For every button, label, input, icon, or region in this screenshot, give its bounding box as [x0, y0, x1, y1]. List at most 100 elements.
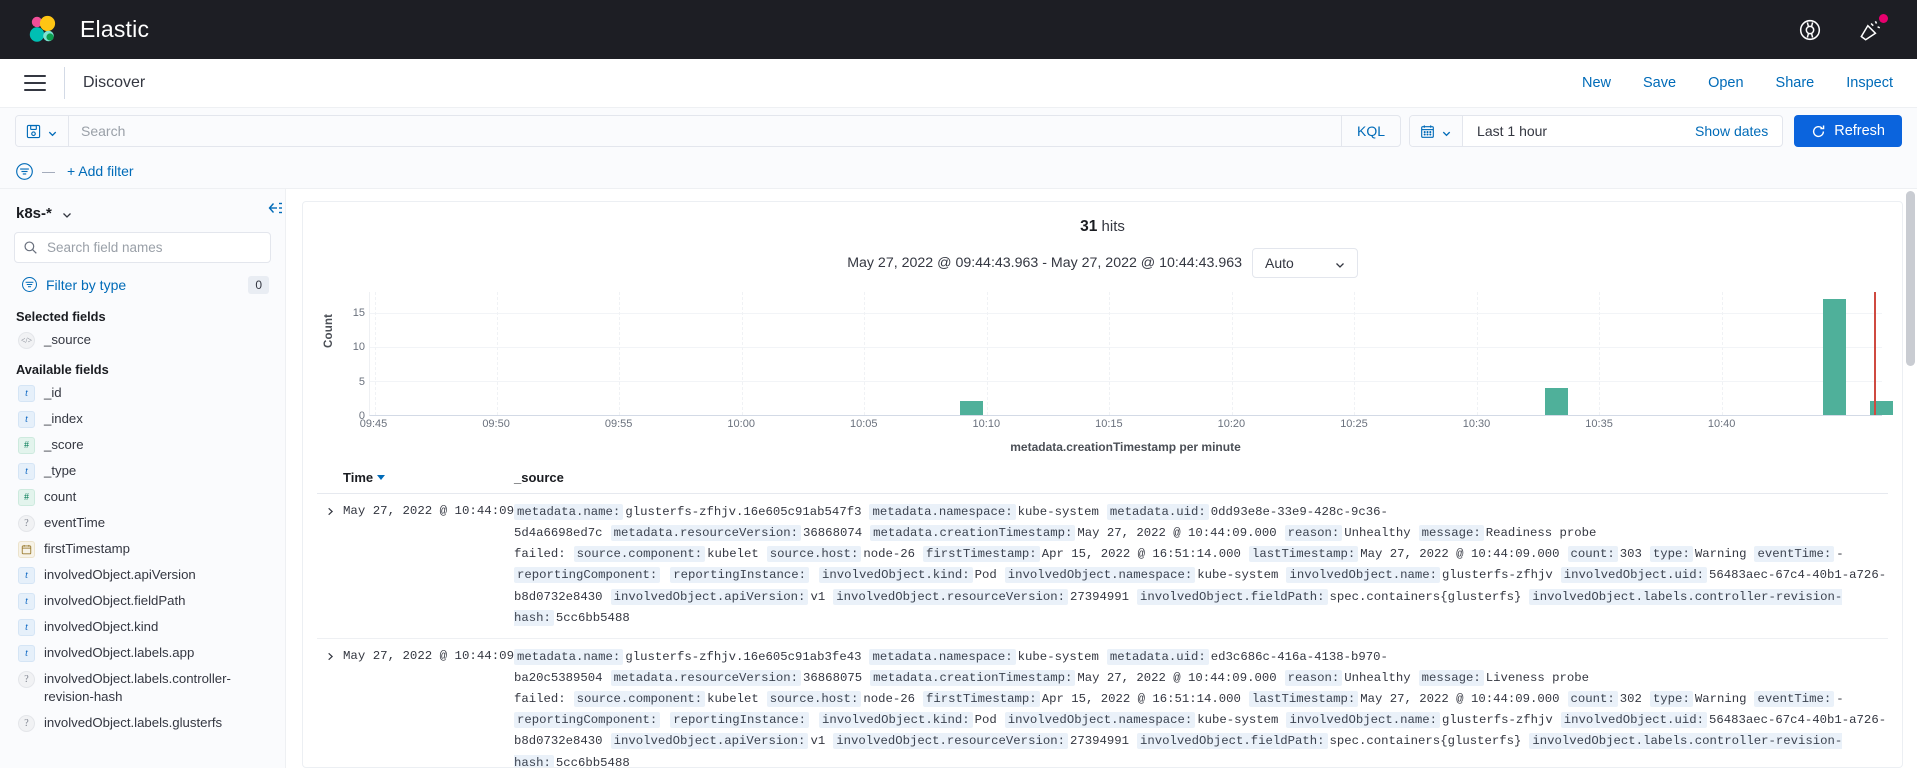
index-pattern-selector[interactable]: k8s-* [14, 199, 271, 232]
field-value: v1 [810, 589, 826, 604]
field-key: source.component: [573, 546, 706, 563]
field-key: metadata.creationTimestamp: [870, 669, 1076, 686]
sidebar-field-count[interactable]: # count [14, 484, 271, 510]
nav-link-open[interactable]: Open [1708, 75, 1743, 91]
search-input[interactable] [69, 116, 1342, 146]
field-key: involvedObject.kind: [819, 712, 973, 729]
sidebar-field-involvedObject-apiVersion[interactable]: t involvedObject.apiVersion [14, 562, 271, 588]
saved-query-button[interactable] [16, 116, 69, 146]
collapse-sidebar-icon[interactable] [266, 199, 284, 217]
field-value: May 27, 2022 @ 10:44:09.000 [1360, 692, 1560, 707]
sidebar-field-_type[interactable]: t _type [14, 458, 271, 484]
field-key: reason: [1284, 669, 1343, 686]
field-value: Pod [974, 713, 997, 728]
field-label: involvedObject.fieldPath [44, 593, 186, 608]
y-tick: 15 [352, 306, 365, 319]
page-scrollbar[interactable] [1906, 189, 1915, 768]
field-search-input[interactable] [14, 232, 271, 263]
date-range-display[interactable]: Last 1 hour [1463, 116, 1681, 146]
table-row[interactable]: May 27, 2022 @ 10:44:09.000 metadata.nam… [317, 639, 1888, 767]
query-language-button[interactable]: KQL [1341, 116, 1400, 146]
date-quick-select-button[interactable] [1410, 116, 1464, 146]
expand-cell [317, 647, 343, 767]
y-axis-label: Count [323, 313, 335, 348]
histogram-chart[interactable]: Count 0 5 10 15 09:45 09:50 09:55 10:00 … [317, 292, 1894, 458]
field-label: _type [44, 463, 77, 478]
sidebar-field-_source[interactable]: </> _source [14, 327, 271, 353]
show-dates-button[interactable]: Show dates [1681, 116, 1782, 146]
field-label: firstTimestamp [44, 541, 130, 556]
field-key: involvedObject.namespace: [1004, 712, 1196, 729]
chart-bar[interactable] [1823, 298, 1847, 415]
field-value: v1 [810, 734, 826, 749]
field-key: involvedObject.resourceVersion: [833, 588, 1068, 605]
index-pattern-name: k8s-* [16, 205, 52, 222]
sidebar-field-firstTimestamp[interactable]: firstTimestamp [14, 536, 271, 562]
nav-link-inspect[interactable]: Inspect [1846, 75, 1893, 91]
x-tick: 09:50 [482, 418, 510, 430]
x-tick: 10:40 [1707, 418, 1736, 430]
field-key: reportingComponent: [514, 712, 661, 729]
field-key: involvedObject.uid: [1560, 567, 1707, 584]
filter-by-type-button[interactable]: Filter by type 0 [14, 269, 271, 300]
discover-panel: 31 hits May 27, 2022 @ 09:44:43.963 - Ma… [302, 201, 1903, 768]
vgridline [1476, 292, 1478, 415]
field-key: type: [1649, 546, 1693, 563]
sidebar-field-involvedObject-kind[interactable]: t involvedObject.kind [14, 614, 271, 640]
notification-badge [1879, 13, 1888, 23]
chevron-down-icon [1441, 126, 1452, 137]
vgridline [1354, 292, 1356, 415]
chart-bar[interactable] [1544, 387, 1569, 415]
search-icon [23, 240, 38, 255]
chevron-right-icon[interactable] [325, 649, 336, 660]
interval-select[interactable]: Auto [1252, 248, 1358, 278]
column-header-source[interactable]: _source [514, 470, 1888, 485]
unknown-type-icon: ? [18, 714, 35, 732]
field-key: count: [1567, 546, 1618, 563]
sidebar-field-_id[interactable]: t _id [14, 380, 271, 406]
field-key: metadata.name: [514, 504, 624, 520]
sidebar-field-eventTime[interactable]: ? eventTime [14, 510, 271, 536]
field-key: involvedObject.fieldPath: [1137, 733, 1328, 750]
hamburger-menu-icon[interactable] [24, 75, 46, 91]
chart-bar[interactable] [1869, 401, 1894, 415]
nav-link-new[interactable]: New [1582, 75, 1611, 91]
add-filter-button[interactable]: + Add filter [67, 163, 134, 179]
help-circle-icon[interactable] [1797, 17, 1823, 43]
app-nav-actions: New Save Open Share Inspect [1582, 75, 1893, 91]
filter-list-icon[interactable] [15, 162, 34, 181]
string-type-icon: t [18, 463, 35, 480]
vgridline [619, 292, 621, 415]
field-key: metadata.resourceVersion: [610, 525, 802, 542]
table-row[interactable]: May 27, 2022 @ 10:44:09.000 metadata.nam… [317, 494, 1888, 639]
y-tick: 5 [358, 375, 365, 388]
column-header-time[interactable]: Time [317, 470, 514, 485]
chart-bar[interactable] [959, 401, 984, 415]
vgridline [1599, 292, 1601, 415]
sidebar-field-involvedObject-labels-controller-revision-hash[interactable]: ? involvedObject.labels.controller-revis… [14, 666, 271, 710]
megaphone-icon[interactable] [1857, 13, 1888, 43]
field-key: source.host: [766, 546, 862, 563]
nav-link-save[interactable]: Save [1643, 75, 1676, 91]
sidebar-field-involvedObject-labels-glusterfs[interactable]: ? involvedObject.labels.glusterfs [14, 710, 271, 736]
chevron-right-icon[interactable] [325, 504, 336, 516]
field-value: - [1836, 692, 1844, 707]
field-key: message: [1418, 669, 1484, 686]
field-value: 36868075 [803, 670, 863, 685]
row-time: May 27, 2022 @ 10:44:09.000 [343, 648, 544, 663]
sidebar-field-involvedObject-labels-app[interactable]: t involvedObject.labels.app [14, 640, 271, 666]
refresh-button[interactable]: Refresh [1794, 115, 1902, 147]
chart-plot-area [369, 292, 1894, 416]
field-value: glusterfs-zfhjv [1442, 713, 1553, 728]
x-tick: 10:20 [1217, 418, 1246, 430]
elastic-logo-icon[interactable] [24, 11, 62, 49]
scrollbar-thumb[interactable] [1906, 191, 1915, 366]
nav-link-share[interactable]: Share [1776, 75, 1815, 91]
calendar-icon [1420, 124, 1435, 139]
sidebar-field-involvedObject-fieldPath[interactable]: t involvedObject.fieldPath [14, 588, 271, 614]
sidebar-field-_score[interactable]: # _score [14, 432, 271, 458]
y-tick: 10 [352, 341, 365, 354]
source-type-icon: </> [18, 332, 35, 349]
chart-header-row: May 27, 2022 @ 09:44:43.963 - May 27, 20… [317, 248, 1888, 278]
sidebar-field-_index[interactable]: t _index [14, 406, 271, 432]
